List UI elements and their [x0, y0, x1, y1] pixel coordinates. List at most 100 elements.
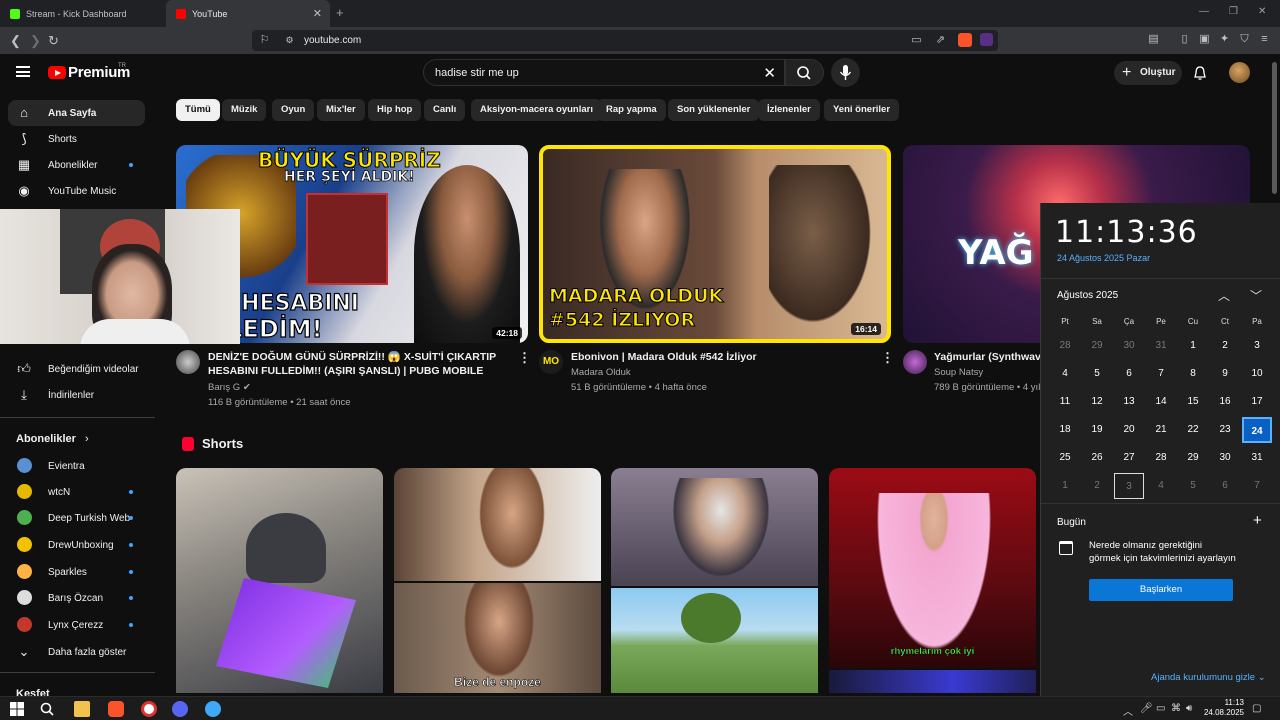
subscriptions-section-title[interactable]: Abonelikler › — [16, 433, 89, 445]
show-more-button[interactable]: ⌄ Daha fazla göster — [8, 639, 145, 665]
reader-icon[interactable]: ▯ — [1178, 33, 1191, 46]
hamburger-menu-icon[interactable] — [16, 66, 30, 77]
sidebar-channel-deep-turkish-web[interactable]: Deep Turkish Web — [8, 505, 145, 531]
chip-all[interactable]: Tümü — [176, 99, 220, 121]
reload-icon[interactable]: ↻ — [48, 33, 59, 49]
sidebar-toggle-icon[interactable]: ▤ — [1147, 33, 1160, 46]
channel-name[interactable]: Barış G ✔ — [208, 382, 251, 393]
site-info-icon[interactable]: ⚙ — [283, 34, 296, 47]
calendar-day[interactable]: 7 — [1242, 473, 1272, 499]
search-input[interactable]: hadise stir me up ✕ — [423, 59, 785, 86]
calendar-day[interactable]: 6 — [1210, 473, 1240, 499]
sidebar-channel-baris-ozcan[interactable]: Barış Özcan — [8, 585, 145, 611]
bookmark-icon[interactable]: ⚐ — [258, 34, 271, 47]
channel-avatar[interactable] — [903, 350, 927, 374]
app-icon[interactable] — [205, 701, 221, 717]
video-title[interactable]: DENİZ'E DOĞUM GÜNÜ SÜRPRİZİ!! 😱 X-SUİT'İ… — [208, 350, 508, 378]
app-icon[interactable] — [141, 701, 157, 717]
account-avatar[interactable] — [1229, 62, 1250, 83]
calendar-day[interactable]: 22 — [1178, 417, 1208, 443]
calendar-day[interactable]: 28 — [1050, 333, 1080, 359]
chip-music[interactable]: Müzik — [222, 99, 267, 121]
calendar-day[interactable]: 6 — [1114, 361, 1144, 387]
calendar-month[interactable]: Ağustos 2025 — [1057, 290, 1118, 301]
tab-kick-dashboard[interactable]: Stream - Kick Dashboard — [0, 0, 166, 27]
calendar-day[interactable]: 7 — [1146, 361, 1176, 387]
create-button[interactable]: + Oluştur — [1114, 61, 1182, 85]
chip-live[interactable]: Canlı — [424, 99, 466, 121]
calendar-day[interactable]: 4 — [1050, 361, 1080, 387]
sidebar-channel-lynx-cerezz[interactable]: Lynx Çerezz — [8, 612, 145, 638]
chip-mixes[interactable]: Mix'ler — [317, 99, 365, 121]
calendar-day[interactable]: 26 — [1082, 445, 1112, 471]
brave-browser-icon[interactable] — [108, 701, 124, 717]
calendar-day[interactable]: 29 — [1082, 333, 1112, 359]
sidebar-item-youtube-music[interactable]: ◉ YouTube Music — [8, 178, 145, 204]
calendar-day[interactable]: 25 — [1050, 445, 1080, 471]
next-month-icon[interactable]: ﹀ — [1250, 287, 1262, 304]
menu-icon[interactable]: ≡ — [1258, 33, 1271, 46]
calendar-day[interactable]: 16 — [1210, 389, 1240, 415]
video-thumbnail[interactable]: MADARA OLDUK #542 İZLIYOR 16:14 — [539, 145, 891, 343]
video-title[interactable]: Ebonivon | Madara Olduk #542 İzliyor — [571, 350, 871, 364]
calendar-day[interactable]: 5 — [1178, 473, 1208, 499]
calendar-day[interactable]: 12 — [1082, 389, 1112, 415]
page-scrollbar[interactable] — [1272, 62, 1277, 194]
video-title[interactable]: Yağmurlar (Synthwave — [934, 350, 1044, 364]
calendar-day[interactable]: 11 — [1050, 389, 1080, 415]
brave-shields-icon[interactable] — [958, 33, 972, 47]
calendar-day[interactable]: 3 — [1242, 333, 1272, 359]
tab-youtube[interactable]: YouTube ✕ — [166, 0, 330, 27]
previous-month-icon[interactable]: ︿ — [1218, 287, 1230, 304]
short-thumbnail-lower[interactable] — [611, 588, 818, 693]
clear-search-icon[interactable]: ✕ — [763, 64, 776, 82]
chip-action-adventure[interactable]: Aksiyon-macera oyunları — [471, 99, 602, 121]
hide-agenda-link[interactable]: Ajanda kurulumunu gizle ⌄ — [1151, 672, 1266, 683]
windows-start-icon[interactable] — [9, 701, 25, 717]
channel-avatar[interactable]: MO — [539, 350, 563, 374]
calendar-day[interactable]: 28 — [1146, 445, 1176, 471]
calendar-day[interactable]: 20 — [1114, 417, 1144, 443]
sidebar-channel-wtcn[interactable]: wtcN — [8, 479, 145, 505]
calendar-day[interactable]: 2 — [1210, 333, 1240, 359]
chip-hiphop[interactable]: Hip hop — [368, 99, 422, 121]
share-icon[interactable]: ⇗ — [934, 34, 947, 47]
back-icon[interactable]: ❮ — [10, 33, 21, 49]
calendar-day[interactable]: 31 — [1146, 333, 1176, 359]
youtube-logo-icon[interactable] — [48, 66, 66, 79]
calendar-day[interactable]: 18 — [1050, 417, 1080, 443]
volume-icon[interactable]: 🔊︎ — [1186, 703, 1192, 714]
sidebar-channel-sparkles[interactable]: Sparkles — [8, 559, 145, 585]
calendar-day[interactable]: 29 — [1178, 445, 1208, 471]
sidebar-item-shorts[interactable]: ⟆ Shorts — [8, 126, 145, 152]
short-thumbnail-lower[interactable]: Bize de enpoze — [394, 583, 601, 693]
restore-icon[interactable]: ❐ — [1229, 6, 1238, 17]
chip-watched[interactable]: İzlenenler — [758, 99, 820, 121]
new-tab-icon[interactable]: + — [336, 5, 344, 20]
calendar-day[interactable]: 4 — [1146, 473, 1176, 499]
get-started-button[interactable]: Başlarken — [1089, 579, 1233, 601]
chip-gaming[interactable]: Oyun — [272, 99, 315, 121]
notifications-icon[interactable]: ▢ — [1252, 703, 1261, 714]
short-thumbnail[interactable] — [611, 468, 818, 586]
sidebar-item-subscriptions[interactable]: ▦ Abonelikler — [8, 152, 145, 178]
sidebar-channel-drewunboxing[interactable]: DrewUnboxing — [8, 532, 145, 558]
calendar-day[interactable]: 8 — [1178, 361, 1208, 387]
chip-new-to-you[interactable]: Yeni öneriler — [824, 99, 900, 121]
calendar-day[interactable]: 21 — [1146, 417, 1176, 443]
window-close-icon[interactable]: ✕ — [1258, 6, 1266, 17]
calendar-day[interactable]: 15 — [1178, 389, 1208, 415]
short-thumbnail[interactable] — [176, 468, 383, 693]
calendar-day[interactable]: 2 — [1082, 473, 1112, 499]
discord-icon[interactable] — [172, 701, 188, 717]
search-icon[interactable] — [39, 701, 55, 717]
forward-icon[interactable]: ❯ — [30, 33, 41, 49]
search-button[interactable] — [785, 59, 824, 86]
short-thumbnail[interactable] — [394, 468, 601, 581]
battery-icon[interactable]: ▭ — [1156, 703, 1165, 714]
add-event-icon[interactable]: + — [1253, 512, 1262, 529]
calendar-day[interactable]: 27 — [1114, 445, 1144, 471]
calendar-day[interactable]: 13 — [1114, 389, 1144, 415]
video-menu-icon[interactable]: ⋮ — [518, 350, 531, 366]
calendar-day[interactable]: 30 — [1210, 445, 1240, 471]
